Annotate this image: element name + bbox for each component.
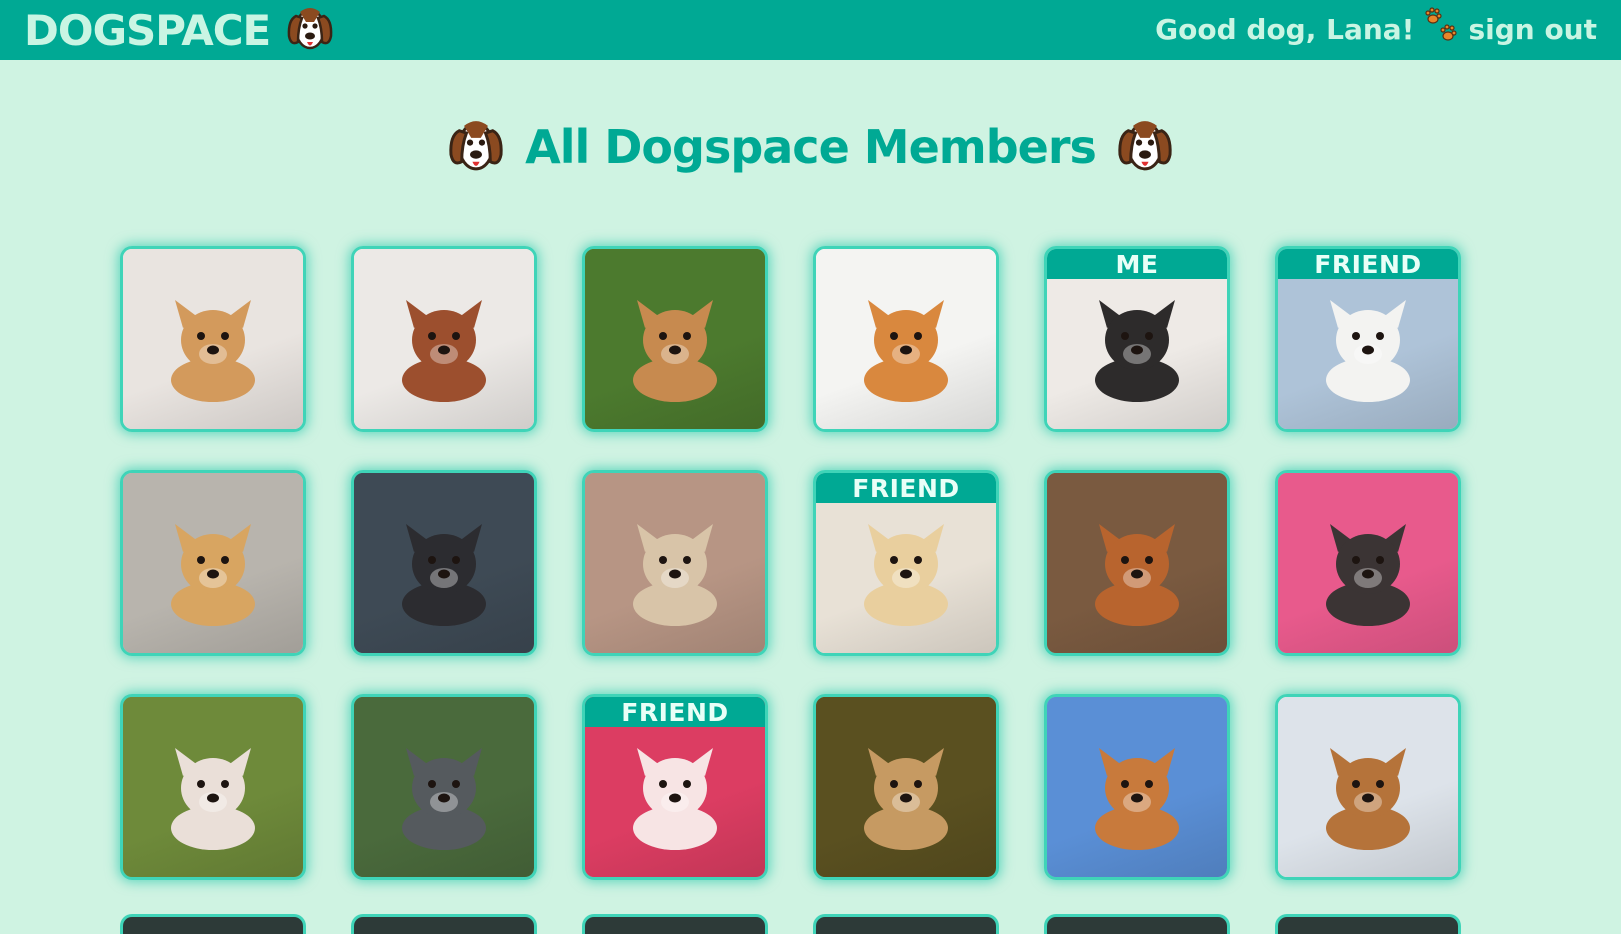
member-tag-badge: FRIEND [1278,249,1458,279]
dog-silhouette-icon [1326,748,1410,850]
dog-silhouette-icon [864,748,948,850]
member-photo [1278,473,1458,653]
sign-out-link[interactable]: sign out [1468,13,1597,46]
member-card[interactable] [813,694,999,880]
dog-silhouette-icon [1095,300,1179,402]
user-nav: Good dog, Lana! sign out [1155,0,1597,58]
member-card[interactable]: FRIEND [1275,246,1461,432]
dog-silhouette-icon [864,524,948,626]
dog-silhouette-icon [633,524,717,626]
member-photo [1047,697,1227,877]
dog-silhouette-icon [171,300,255,402]
beagle-face-icon [447,114,505,180]
dog-silhouette-icon [402,524,486,626]
member-tag-badge: FRIEND [585,697,765,727]
page-title: All Dogspace Members [525,120,1097,174]
dog-silhouette-icon [1095,524,1179,626]
member-photo [816,697,996,877]
member-card-partial[interactable] [120,914,306,934]
member-card[interactable] [120,470,306,656]
member-card-partial[interactable] [582,914,768,934]
member-photo [123,473,303,653]
beagle-face-icon [1116,114,1174,180]
dog-silhouette-icon [633,748,717,850]
members-grid: ME FRIEND FRIEND FRIEND [120,246,1461,880]
member-card[interactable]: FRIEND [582,694,768,880]
page-heading: All Dogspace Members [0,112,1621,182]
member-card[interactable] [1275,470,1461,656]
member-photo [354,697,534,877]
top-navigation-bar: DOGSPACE Good dog, Lana! sign out [0,0,1621,60]
member-tag-badge: FRIEND [816,473,996,503]
member-card[interactable] [1275,694,1461,880]
member-photo [585,249,765,429]
member-card[interactable] [582,470,768,656]
dog-silhouette-icon [402,300,486,402]
member-card[interactable]: FRIEND [813,470,999,656]
member-card[interactable] [351,246,537,432]
member-card[interactable] [351,694,537,880]
member-card-partial[interactable] [813,914,999,934]
paw-prints-icon [1424,6,1458,52]
member-card[interactable] [120,694,306,880]
member-card[interactable] [1044,470,1230,656]
dog-silhouette-icon [1326,524,1410,626]
dog-silhouette-icon [171,524,255,626]
dog-silhouette-icon [402,748,486,850]
dog-silhouette-icon [864,300,948,402]
member-photo [354,473,534,653]
member-photo [1278,697,1458,877]
member-card[interactable]: ME [1044,246,1230,432]
logo-home-link[interactable]: DOGSPACE [24,2,334,58]
member-tag-badge: ME [1047,249,1227,279]
member-photo [123,249,303,429]
dog-silhouette-icon [1326,300,1410,402]
dog-silhouette-icon [1095,748,1179,850]
member-card[interactable] [582,246,768,432]
member-card[interactable] [1044,694,1230,880]
member-photo [816,249,996,429]
next-row-peek [120,914,1461,934]
member-card-partial[interactable] [351,914,537,934]
member-card[interactable] [351,470,537,656]
logo-text: DOGSPACE [24,5,271,55]
beagle-face-icon [286,2,334,58]
member-photo [1047,473,1227,653]
dog-silhouette-icon [171,748,255,850]
member-card-partial[interactable] [1275,914,1461,934]
member-card[interactable] [813,246,999,432]
member-card[interactable] [120,246,306,432]
member-photo [354,249,534,429]
member-card-partial[interactable] [1044,914,1230,934]
dog-silhouette-icon [633,300,717,402]
member-photo [585,473,765,653]
member-photo [123,697,303,877]
greeting-text: Good dog, Lana! [1155,12,1415,46]
